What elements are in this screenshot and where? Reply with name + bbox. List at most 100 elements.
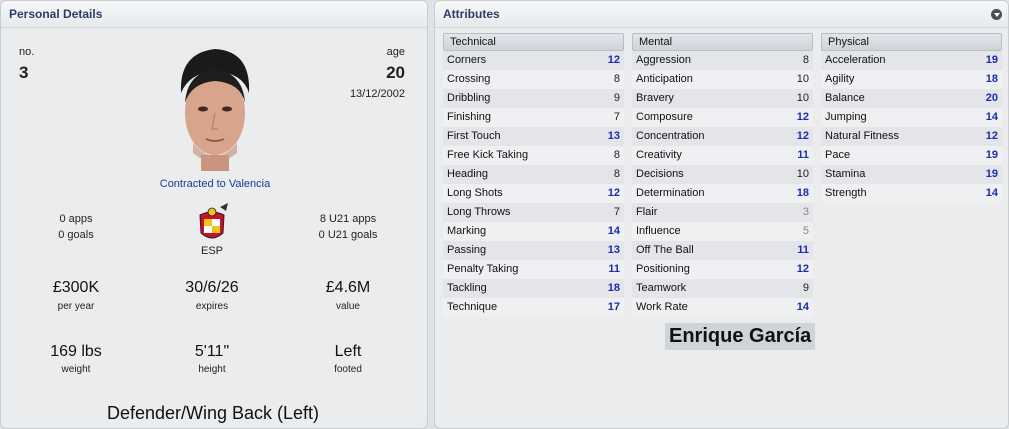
attribute-value: 14: [985, 187, 998, 199]
attribute-row[interactable]: Concentration 12: [632, 127, 813, 146]
contract-link[interactable]: Contracted to Valencia: [121, 178, 309, 190]
weight-value: 169 lbs: [50, 343, 102, 360]
attribute-row[interactable]: Teamwork 9: [632, 279, 813, 298]
attribute-row[interactable]: Off The Ball 11: [632, 241, 813, 260]
attribute-name: Passing: [447, 244, 487, 256]
preferred-foot-value: Left: [334, 343, 362, 360]
u21-goals-count: 0 U21 goals: [318, 229, 378, 241]
attribute-row[interactable]: Aggression 8: [632, 51, 813, 70]
attribute-row[interactable]: Jumping 14: [821, 108, 1002, 127]
attribute-list: Corners 12 Crossing 8 Dribbling 9 Finishing 7 Fi…: [443, 51, 624, 317]
attribute-row[interactable]: First Touch 13: [443, 127, 624, 146]
transfer-value: £4.6M: [325, 279, 371, 296]
attribute-value: 10: [796, 73, 809, 85]
attributes-title-text: Attributes: [443, 7, 500, 21]
attribute-row[interactable]: Creativity 11: [632, 146, 813, 165]
attribute-name: Flair: [636, 206, 658, 218]
attribute-name: Influence: [636, 225, 681, 237]
goals-count: 0 goals: [58, 229, 94, 241]
attribute-value: 8: [613, 149, 620, 161]
height-label: height: [198, 364, 226, 375]
attribute-name: Dribbling: [447, 92, 491, 104]
attribute-name: Determination: [636, 187, 705, 199]
attribute-row[interactable]: Finishing 7: [443, 108, 624, 127]
attribute-row[interactable]: Agility 18: [821, 70, 1002, 89]
attribute-name: Strength: [825, 187, 867, 199]
attribute-row[interactable]: Anticipation 10: [632, 70, 813, 89]
attribute-value: 8: [802, 54, 809, 66]
attribute-name: Long Throws: [447, 206, 511, 218]
attribute-column-physical: Physical Acceleration 19 Agility 18 Balance 20…: [821, 33, 1002, 203]
attribute-list: Aggression 8 Anticipation 10 Bravery 10 Compos…: [632, 51, 813, 317]
attribute-name: Stamina: [825, 168, 866, 180]
attribute-name: Marking: [447, 225, 487, 237]
attribute-name: Concentration: [636, 130, 705, 142]
menu-dropdown-icon[interactable]: [991, 9, 1002, 20]
attribute-row[interactable]: Long Shots 12: [443, 184, 624, 203]
column-header[interactable]: Technical: [443, 33, 624, 51]
attribute-row[interactable]: Passing 13: [443, 241, 624, 260]
attribute-value: 19: [985, 168, 998, 180]
attribute-row[interactable]: Corners 12: [443, 51, 624, 70]
attribute-row[interactable]: Pace 19: [821, 146, 1002, 165]
attribute-value: 5: [802, 225, 809, 237]
attribute-row[interactable]: Composure 12: [632, 108, 813, 127]
attribute-value: 19: [985, 149, 998, 161]
attribute-value: 14: [607, 225, 620, 237]
attribute-row[interactable]: Tackling 18: [443, 279, 624, 298]
attribute-name: Tackling: [447, 282, 487, 294]
weight-label: weight: [61, 364, 91, 375]
number-label: no.: [19, 46, 35, 58]
attribute-name: Penalty Taking: [447, 263, 519, 275]
attribute-value: 17: [607, 301, 620, 313]
avatar: [171, 43, 259, 171]
squad-number: 3: [19, 63, 29, 82]
attribute-name: Pace: [825, 149, 851, 161]
attribute-row[interactable]: Work Rate 14: [632, 298, 813, 317]
attribute-row[interactable]: Long Throws 7: [443, 203, 624, 222]
attribute-value: 12: [607, 187, 620, 199]
attribute-column-mental: Mental Aggression 8 Anticipation 10 Bravery 10…: [632, 33, 813, 317]
attribute-row[interactable]: Balance 20: [821, 89, 1002, 108]
apps-count: 0 apps: [59, 213, 93, 225]
column-header[interactable]: Mental: [632, 33, 813, 51]
attribute-value: 20: [985, 92, 998, 104]
attribute-value: 11: [797, 149, 809, 161]
attribute-name: Creativity: [636, 149, 682, 161]
attribute-row[interactable]: Marking 14: [443, 222, 624, 241]
attribute-row[interactable]: Stamina 19: [821, 165, 1002, 184]
attribute-name: Free Kick Taking: [447, 149, 529, 161]
attribute-row[interactable]: Determination 18: [632, 184, 813, 203]
attribute-row[interactable]: Influence 5: [632, 222, 813, 241]
attribute-row[interactable]: Crossing 8: [443, 70, 624, 89]
attribute-name: Acceleration: [825, 54, 886, 66]
personal-details-panel: Personal Details no. 3 age 20 13/12/2002…: [0, 0, 428, 429]
attribute-name: Crossing: [447, 73, 491, 85]
attribute-value: 11: [608, 263, 620, 275]
attribute-row[interactable]: Natural Fitness 12: [821, 127, 1002, 146]
age-label: age: [386, 46, 405, 58]
column-header[interactable]: Physical: [821, 33, 1002, 51]
attribute-row[interactable]: Strength 14: [821, 184, 1002, 203]
attribute-row[interactable]: Flair 3: [632, 203, 813, 222]
attribute-row[interactable]: Positioning 12: [632, 260, 813, 279]
attribute-row[interactable]: Bravery 10: [632, 89, 813, 108]
attribute-name: Corners: [447, 54, 487, 66]
attribute-row[interactable]: Technique 17: [443, 298, 624, 317]
attribute-name: Aggression: [636, 54, 692, 66]
attribute-name: Decisions: [636, 168, 684, 180]
attribute-name: Natural Fitness: [825, 130, 899, 142]
contract-expiry-value: 30/6/26: [185, 279, 239, 296]
nation-code: ESP: [200, 245, 223, 257]
attribute-row[interactable]: Acceleration 19: [821, 51, 1002, 70]
attribute-name: Anticipation: [636, 73, 693, 85]
attribute-row[interactable]: Penalty Taking 11: [443, 260, 624, 279]
attribute-value: 12: [796, 130, 809, 142]
attribute-value: 8: [613, 168, 620, 180]
attribute-row[interactable]: Free Kick Taking 8: [443, 146, 624, 165]
attribute-row[interactable]: Decisions 10: [632, 165, 813, 184]
attribute-row[interactable]: Heading 8: [443, 165, 624, 184]
attribute-value: 14: [985, 111, 998, 123]
attributes-title: Attributes: [435, 1, 1008, 28]
attribute-row[interactable]: Dribbling 9: [443, 89, 624, 108]
